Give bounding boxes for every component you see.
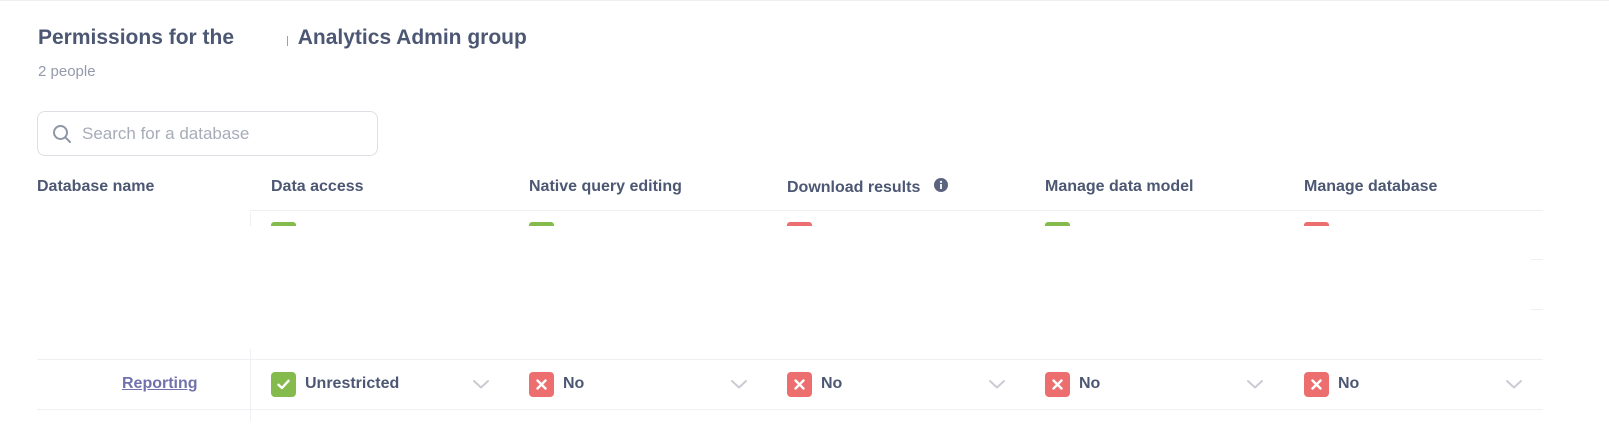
- permission-value: No: [821, 375, 843, 392]
- chevron-down-icon: [1506, 380, 1522, 389]
- column-header-manage-data-model: Manage data model: [1045, 178, 1194, 195]
- chevron-down-icon: [731, 380, 747, 389]
- permission-value: No: [1338, 375, 1360, 392]
- column-header-native-query-editing: Native query editing: [529, 178, 682, 195]
- title-prefix: Permissions for the: [38, 26, 235, 49]
- partial-row-status-native-query: [529, 222, 554, 226]
- column-divider-top: [250, 212, 251, 226]
- title-group-name: Analytics Admin group: [297, 26, 527, 49]
- column-header-download-results: Download results: [787, 178, 948, 197]
- permission-value: No: [563, 375, 585, 392]
- check-icon: [271, 372, 296, 397]
- chevron-down-icon: [1247, 380, 1263, 389]
- top-divider: [0, 0, 1609, 1]
- row-divider-fragment: [1531, 309, 1543, 310]
- title-redacted-gap: [240, 30, 292, 46]
- close-icon: [1304, 372, 1329, 397]
- partial-row-status-download-results: [787, 222, 812, 226]
- header-divider: [250, 210, 1543, 211]
- download-results-select[interactable]: No: [787, 372, 1012, 397]
- chevron-down-icon: [989, 380, 1005, 389]
- permission-value: No: [1079, 375, 1101, 392]
- search-icon: [53, 125, 71, 143]
- column-header-database-name: Database name: [37, 178, 155, 195]
- database-search-box[interactable]: [37, 111, 378, 156]
- close-icon: [529, 372, 554, 397]
- page-title: Permissions for the Analytics Admin grou…: [38, 26, 527, 50]
- search-input[interactable]: [82, 112, 372, 155]
- row-divider-fragment: [1531, 259, 1543, 260]
- partial-row-status-data-access: [271, 222, 296, 226]
- column-header-download-results-label: Download results: [787, 179, 921, 196]
- permission-value: Unrestricted: [305, 375, 400, 392]
- row-divider: [37, 359, 1543, 360]
- database-link-reporting[interactable]: Reporting: [122, 375, 198, 393]
- column-header-data-access: Data access: [271, 178, 364, 195]
- manage-database-select[interactable]: No: [1304, 372, 1529, 397]
- column-header-manage-database: Manage database: [1304, 178, 1438, 195]
- member-count: 2 people: [38, 63, 96, 80]
- close-icon: [1045, 372, 1070, 397]
- close-icon: [787, 372, 812, 397]
- manage-data-model-select[interactable]: No: [1045, 372, 1270, 397]
- data-access-select[interactable]: Unrestricted: [271, 372, 496, 397]
- native-query-editing-select[interactable]: No: [529, 372, 754, 397]
- info-icon[interactable]: [933, 178, 948, 192]
- row-divider: [37, 409, 1543, 410]
- partial-row-status-manage-data-model: [1045, 222, 1070, 226]
- chevron-down-icon: [473, 380, 489, 389]
- partial-row-status-manage-database: [1304, 222, 1329, 226]
